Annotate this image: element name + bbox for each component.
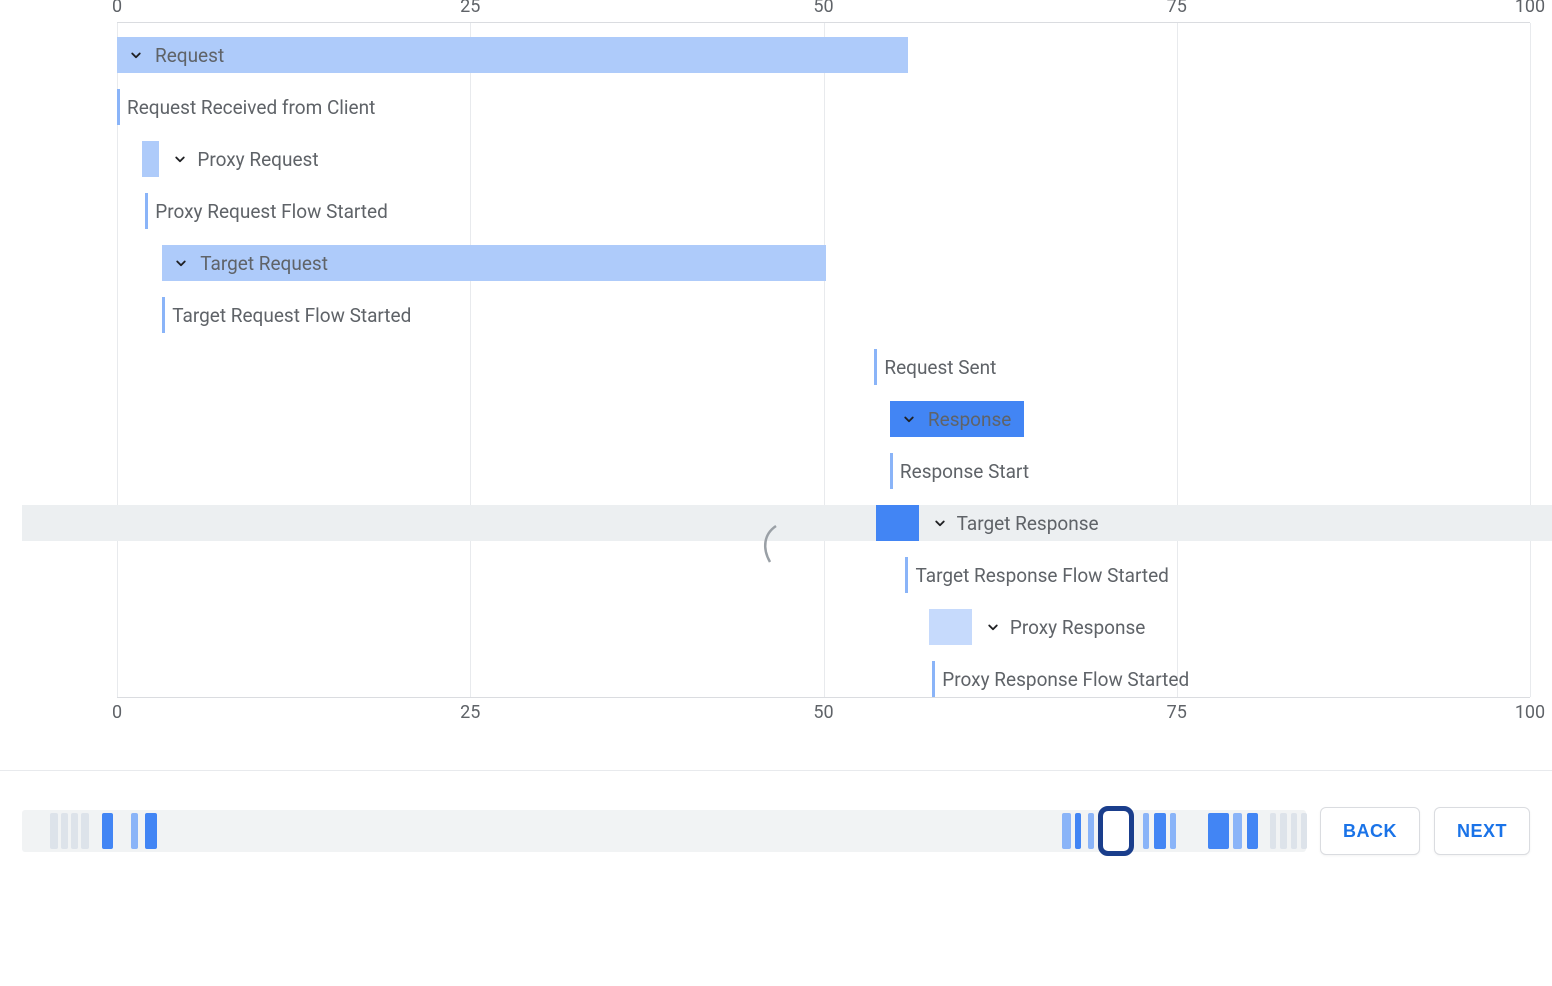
row-label: Request Received from Client [127,96,375,119]
minimap-bar [1291,813,1297,849]
minimap-bar [1301,813,1307,849]
row-label: Target Request Flow Started [172,304,411,327]
axis-tick: 50 [813,702,833,723]
chevron-down-icon[interactable] [900,410,918,428]
chevron-down-icon[interactable] [127,46,145,64]
row-label: Proxy Request [197,148,318,171]
event-marker [890,453,893,489]
chevron-down-icon[interactable] [984,618,1002,636]
timeline-row[interactable]: Target Response [22,505,1552,541]
minimap-bar [61,813,69,849]
timeline-plot: Request Request Received from Client Proxy… [117,22,1530,698]
event-marker [162,297,165,333]
row-label: Proxy Response Flow Started [942,668,1189,691]
row-label: Proxy Response [1010,616,1145,639]
row-label: Target Response [957,512,1099,535]
span-bar[interactable] [142,141,159,177]
minimap-bar [1270,813,1276,849]
chevron-down-icon[interactable] [931,514,949,532]
timeline-row[interactable]: Proxy Request Flow Started [117,193,1530,229]
minimap-bar [1075,813,1081,849]
back-button[interactable]: BACK [1320,807,1420,855]
minimap-bar [1088,813,1094,849]
chevron-down-icon[interactable] [172,254,190,272]
timeline-row[interactable]: Target Response Flow Started [117,557,1530,593]
event-marker [874,349,877,385]
axis-tick: 50 [813,0,833,17]
axis-tick: 0 [112,702,122,723]
minimap-bar [1280,813,1286,849]
timeline-row[interactable]: Response [117,401,1530,437]
row-label: Target Response Flow Started [915,564,1168,587]
timeline-row[interactable]: Target Request [117,245,1530,281]
row-label: Request Sent [884,356,996,379]
minimap-bar [1170,813,1176,849]
minimap-bar [71,813,79,849]
row-label: Target Request [200,252,328,275]
timeline-row[interactable]: Request Sent [117,349,1530,385]
minimap-bar [1143,813,1149,849]
timeline-row[interactable]: Proxy Response [117,609,1530,645]
row-label: Request [155,44,224,67]
minimap[interactable] [22,810,1306,852]
event-marker [145,193,148,229]
minimap-handle[interactable] [1098,806,1134,856]
span-bar[interactable]: Response [890,401,1024,437]
minimap-bar [1062,813,1071,849]
minimap-bar [1208,813,1229,849]
minimap-bar [81,813,89,849]
minimap-bar [1233,813,1242,849]
event-marker [932,661,935,697]
timeline-row[interactable]: Request Received from Client [117,89,1530,125]
minimap-bar [50,813,58,849]
axis-tick: 0 [112,0,122,17]
axis-tick: 25 [460,702,480,723]
timeline-row[interactable]: Proxy Request [117,141,1530,177]
span-bar[interactable] [929,609,971,645]
axis-tick: 75 [1167,702,1187,723]
timeline-row[interactable]: Request [117,37,1530,73]
footer-bar: BACK NEXT [0,770,1552,855]
span-bar[interactable] [876,505,919,541]
trace-timeline-chart: 0255075100 RequestRequest Received from … [22,0,1530,720]
span-bar[interactable]: Target Request [162,245,826,281]
axis-tick: 75 [1167,0,1187,17]
chevron-down-icon[interactable] [171,150,189,168]
axis-tick: 25 [460,0,480,17]
minimap-bar [1154,813,1166,849]
row-label: Proxy Request Flow Started [155,200,388,223]
next-button[interactable]: NEXT [1434,807,1530,855]
row-label: Response [928,408,1011,431]
axis-tick: 100 [1515,0,1545,17]
minimap-bar [145,813,157,849]
event-marker [905,557,908,593]
span-bar[interactable]: Request [117,37,908,73]
timeline-row[interactable]: Response Start [117,453,1530,489]
row-label: Response Start [900,460,1029,483]
timeline-row[interactable]: Target Request Flow Started [117,297,1530,333]
axis-tick: 100 [1515,702,1545,723]
minimap-bar [1247,813,1259,849]
minimap-bar [131,813,137,849]
minimap-bar [102,813,114,849]
timeline-row[interactable]: Proxy Response Flow Started [117,661,1530,697]
event-marker [117,89,120,125]
